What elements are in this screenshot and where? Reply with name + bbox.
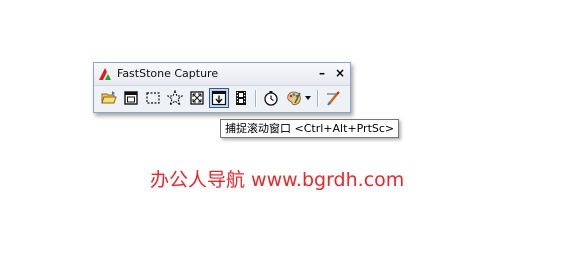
tooltip: 捕捉滚动窗口 <Ctrl+Alt+PrtSc> (220, 119, 400, 138)
screen-recorder-button[interactable] (231, 88, 251, 108)
scrolling-window-icon (211, 90, 227, 106)
capture-toolbar (96, 88, 348, 110)
film-icon (236, 91, 246, 105)
capture-rectangle-button[interactable] (143, 88, 163, 108)
capture-active-window-button[interactable] (121, 88, 141, 108)
open-file-button[interactable] (99, 88, 119, 108)
toolbar-separator (255, 90, 257, 107)
capture-freehand-button[interactable] (165, 88, 185, 108)
rectangle-select-icon (146, 92, 160, 104)
window-title: FastStone Capture (117, 67, 219, 80)
faststone-logo-icon (99, 68, 111, 80)
settings-button[interactable] (323, 88, 343, 108)
settings-brush-icon (327, 91, 340, 106)
capture-scrolling-window-button[interactable] (209, 88, 229, 108)
close-button[interactable]: × (333, 66, 347, 81)
chevron-down-icon (304, 96, 311, 100)
open-folder-icon (101, 91, 117, 104)
page: FastStone Capture – × 捕捉滚动窗口 <Ctrl+Alt+P… (0, 0, 585, 265)
toolbar-separator (317, 90, 319, 107)
freehand-select-icon (167, 90, 183, 106)
delay-capture-button[interactable] (261, 88, 281, 108)
timer-icon (264, 91, 278, 106)
output-destination-button[interactable] (284, 88, 312, 108)
faststone-capture-window: FastStone Capture – × (93, 62, 351, 113)
window-icon (124, 91, 138, 105)
minimize-button[interactable]: – (315, 66, 329, 81)
watermark-text: 办公人导航 www.bgrdh.com (150, 169, 405, 191)
capture-full-screen-button[interactable] (187, 88, 207, 108)
palette-icon (286, 91, 301, 106)
title-bar[interactable]: FastStone Capture – × (94, 63, 350, 86)
full-screen-icon (190, 91, 204, 105)
